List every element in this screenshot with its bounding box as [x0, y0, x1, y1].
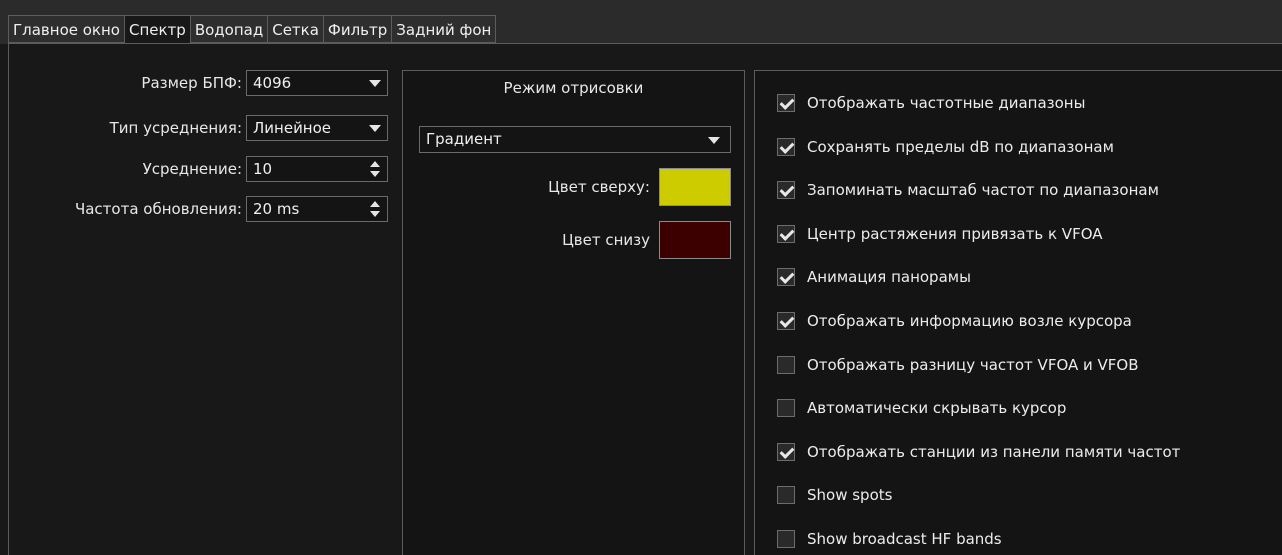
averaging-label: Усреднение: [142, 160, 242, 178]
option-label: Запоминать масштаб частот по диапазонам [807, 181, 1159, 200]
option-checkbox[interactable] [777, 312, 795, 330]
refresh-rate-value: 20 ms [253, 200, 300, 218]
option-checkbox[interactable] [777, 442, 795, 461]
option-label: Отображать разницу частот VFOA и VFOB [807, 355, 1139, 374]
averaging-type-value: Линейное [253, 119, 332, 137]
option-label: Отображать станции из панели памяти част… [807, 442, 1181, 461]
render-mode-combo[interactable]: Градиент [419, 126, 731, 153]
spin-down-icon[interactable] [370, 211, 380, 217]
option-checkbox[interactable] [777, 94, 795, 112]
option-row[interactable]: Отображать разницу частот VFOA и VFOB [777, 352, 1139, 378]
fft-size-row: Размер БПФ: 4096 [0, 70, 395, 96]
option-row[interactable]: Запоминать масштаб частот по диапазонам [777, 177, 1159, 203]
option-label: Show broadcast HF bands [807, 530, 1002, 548]
option-row[interactable]: Автоматически скрывать курсор [777, 395, 1066, 421]
option-checkbox[interactable] [777, 355, 795, 374]
refresh-rate-spinbox[interactable]: 20 ms [246, 196, 388, 222]
option-checkbox[interactable] [777, 399, 795, 418]
bottom-color-swatch[interactable] [659, 221, 731, 259]
option-checkbox[interactable] [777, 224, 795, 243]
option-label: Отображать частотные диапазоны [807, 94, 1086, 112]
bottom-color-label: Цвет снизу [562, 231, 650, 249]
averaging-spinbox[interactable]: 10 [246, 156, 388, 182]
option-row[interactable]: Центр растяжения привязать к VFOA [777, 221, 1103, 247]
display-options-panel: Отображать частотные диапазоны Сохранять … [754, 70, 1282, 555]
option-label: Отображать информацию возле курсора [807, 312, 1132, 330]
option-row[interactable]: Отображать информацию возле курсора [777, 308, 1132, 334]
fft-size-combo[interactable]: 4096 [246, 70, 388, 96]
option-row[interactable]: Show broadcast HF bands [777, 526, 1002, 552]
refresh-rate-label: Частота обновления: [74, 200, 242, 218]
chevron-down-icon[interactable] [708, 137, 720, 144]
tab-main-window[interactable]: Главное окно [8, 15, 125, 43]
averaging-value: 10 [253, 160, 273, 178]
option-checkbox[interactable] [777, 530, 795, 548]
option-label: Show spots [807, 486, 893, 505]
option-row[interactable]: Анимация панорамы [777, 264, 971, 290]
spin-down-icon[interactable] [370, 171, 380, 177]
render-mode-panel: Режим отрисовки Градиент Цвет сверху: Цв… [402, 70, 745, 555]
option-row[interactable]: Show spots [777, 482, 892, 508]
option-checkbox[interactable] [777, 268, 795, 287]
tab-bar: Главное окно Спектр Водопад Сетка Фильтр… [0, 0, 1282, 44]
top-color-label: Цвет сверху: [548, 178, 650, 196]
refresh-rate-row: Частота обновления: 20 ms [0, 196, 395, 222]
render-mode-value: Градиент [426, 130, 502, 148]
option-label: Центр растяжения привязать к VFOA [807, 224, 1103, 243]
averaging-type-row: Тип усреднения: Линейное [0, 115, 395, 141]
chevron-down-icon[interactable] [369, 80, 381, 87]
option-label: Автоматически скрывать курсор [807, 399, 1067, 418]
tab-waterfall[interactable]: Водопад [189, 15, 269, 43]
spin-up-icon[interactable] [370, 161, 380, 167]
option-checkbox[interactable] [777, 137, 795, 156]
tab-background[interactable]: Задний фон [391, 15, 497, 43]
option-row[interactable]: Сохранять пределы dB по диапазонам [777, 134, 1114, 160]
fft-size-value: 4096 [253, 74, 292, 92]
option-checkbox[interactable] [777, 181, 795, 200]
fft-size-label: Размер БПФ: [141, 74, 242, 92]
averaging-type-combo[interactable]: Линейное [246, 115, 388, 141]
render-mode-title: Режим отрисовки [503, 79, 644, 97]
top-color-swatch[interactable] [659, 168, 731, 206]
tabs: Главное окно Спектр Водопад Сетка Фильтр… [8, 15, 497, 44]
averaging-type-label: Тип усреднения: [109, 119, 242, 137]
spin-up-icon[interactable] [370, 201, 380, 207]
averaging-row: Усреднение: 10 [0, 156, 395, 182]
option-checkbox[interactable] [777, 486, 795, 505]
option-row[interactable]: Отображать станции из панели памяти част… [777, 439, 1180, 465]
option-row[interactable]: Отображать частотные диапазоны [777, 90, 1085, 116]
option-label: Сохранять пределы dB по диапазонам [807, 137, 1114, 156]
tab-spectrum[interactable]: Спектр [123, 15, 191, 44]
tab-filter[interactable]: Фильтр [322, 15, 393, 43]
tab-grid[interactable]: Сетка [267, 15, 324, 43]
option-label: Анимация панорамы [807, 268, 971, 287]
chevron-down-icon[interactable] [369, 125, 381, 132]
